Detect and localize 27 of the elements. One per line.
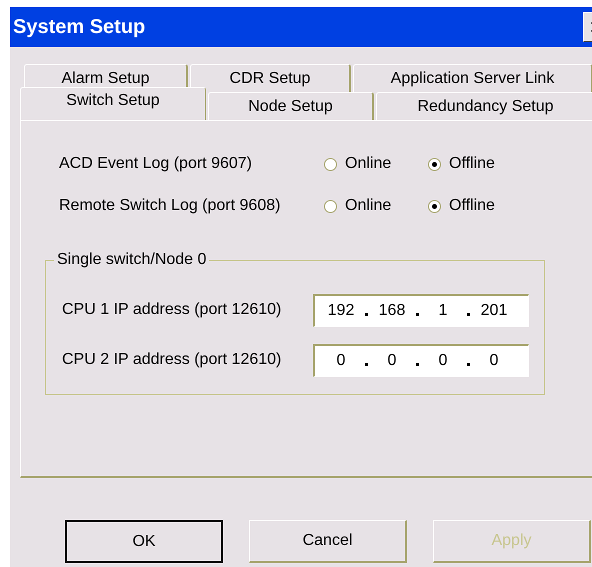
radio-button[interactable] <box>324 200 337 212</box>
log-label: Remote Switch Log (port 9608) <box>59 197 282 215</box>
radio-option[interactable]: Offline <box>428 197 532 215</box>
radio-label: Online <box>345 197 392 215</box>
tab[interactable]: Application Server Link <box>353 64 592 92</box>
dialog-button[interactable]: OK <box>65 520 223 563</box>
tab[interactable]: CDR Setup <box>190 64 351 92</box>
group-title: Single switch/Node 0 <box>54 251 210 269</box>
ip-address-field[interactable]: 0 0 0 0 <box>313 344 529 376</box>
radio-option[interactable]: Offline <box>428 155 532 173</box>
radio-label: Offline <box>449 155 495 173</box>
radio-button[interactable] <box>324 158 337 170</box>
window-title: System Setup <box>12 16 146 38</box>
radio-label: Online <box>345 155 392 173</box>
field-label: CPU 2 IP address (port 12610) <box>62 351 282 369</box>
radio-button[interactable] <box>428 158 441 170</box>
tab[interactable]: Redundancy Setup <box>376 92 592 120</box>
log-label: ACD Event Log (port 9607) <box>59 155 253 173</box>
tab[interactable]: Node Setup <box>208 92 374 120</box>
ip-address-field[interactable]: 192 168 1 201 <box>313 294 529 326</box>
dialog-button[interactable]: Cancel <box>249 520 407 563</box>
radio-button[interactable] <box>428 200 441 212</box>
radio-label: Offline <box>449 197 495 215</box>
tab[interactable]: Switch Setup <box>20 87 206 120</box>
field-label: CPU 1 IP address (port 12610) <box>62 301 282 319</box>
radio-option[interactable]: Online <box>324 197 428 215</box>
radio-option[interactable]: Online <box>324 155 428 173</box>
